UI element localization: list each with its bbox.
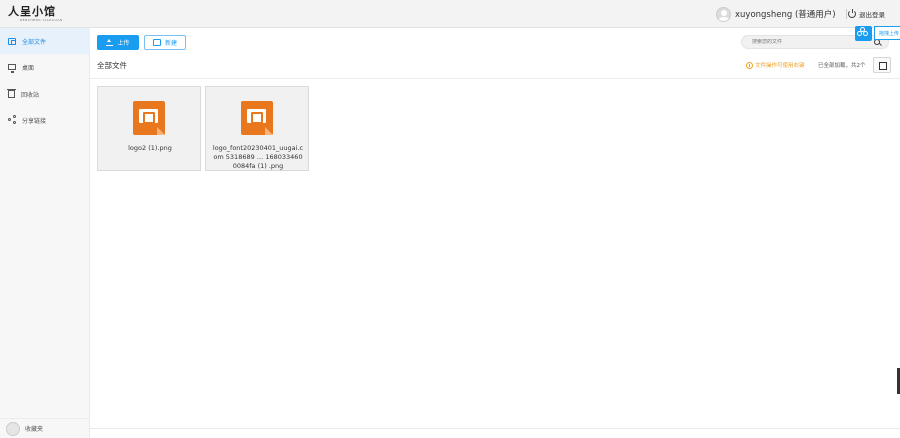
logo-subtext: RENCHENG XIAOGUAN bbox=[20, 18, 63, 22]
logo-text: 人呈小馆 bbox=[8, 5, 56, 18]
username: xuyongsheng (普通用户) bbox=[735, 10, 836, 20]
view-toggle-button[interactable] bbox=[873, 57, 891, 73]
new-button[interactable]: 新建 bbox=[144, 35, 186, 50]
bottom-divider bbox=[90, 428, 900, 429]
upload-label: 上传 bbox=[117, 40, 130, 47]
sidebar-item-trash[interactable]: 回收站 bbox=[0, 81, 90, 107]
divider bbox=[90, 78, 900, 79]
float-upload-label: 拖拽上传 bbox=[879, 30, 900, 37]
favorites-avatar-icon bbox=[6, 421, 20, 436]
new-folder-icon bbox=[152, 39, 161, 46]
search-input[interactable] bbox=[752, 39, 862, 45]
sidebar: 全部文件 桌面 回收站 分享链接 收藏夹 bbox=[0, 28, 90, 438]
sidebar-item-desktop[interactable]: 桌面 bbox=[0, 54, 90, 80]
file-card[interactable]: logo_font20230401_uugai.com 5318689 … 16… bbox=[205, 86, 309, 171]
file-card[interactable]: logo2 (1).png bbox=[97, 86, 201, 171]
image-file-icon bbox=[241, 101, 273, 135]
image-file-icon bbox=[133, 101, 165, 135]
sidebar-item-label: 回收站 bbox=[21, 91, 40, 99]
logout-button[interactable]: 退出登录 bbox=[848, 7, 885, 21]
power-icon bbox=[848, 9, 856, 18]
float-upload-tool-button[interactable] bbox=[855, 26, 872, 41]
desktop-icon bbox=[8, 64, 16, 73]
notice-text: 文件操作可使用右键 bbox=[755, 63, 805, 69]
sidebar-item-share[interactable]: 分享链接 bbox=[0, 107, 90, 133]
sidebar-item-label: 全部文件 bbox=[22, 38, 47, 46]
share-icon bbox=[8, 115, 16, 124]
sidebar-item-label: 桌面 bbox=[22, 64, 35, 72]
header-divider bbox=[845, 9, 847, 19]
file-name: logo_font20230401_uugai.com 5318689 … 16… bbox=[212, 144, 304, 170]
favorites-label: 收藏夹 bbox=[25, 426, 44, 433]
folder-icon bbox=[8, 37, 16, 45]
top-header: 人呈小馆 RENCHENG XIAOGUAN xuyongsheng (普通用户… bbox=[0, 0, 900, 28]
right-click-notice[interactable]: 文件操作可使用右键 bbox=[746, 61, 805, 69]
upload-icon bbox=[106, 38, 114, 46]
new-label: 新建 bbox=[164, 40, 177, 47]
breadcrumb[interactable]: 全部文件 bbox=[97, 60, 127, 71]
logout-label: 退出登录 bbox=[859, 11, 885, 19]
upload-button[interactable]: 上传 bbox=[97, 35, 139, 50]
file-name: logo2 (1).png bbox=[128, 144, 172, 152]
info-icon bbox=[746, 61, 753, 69]
app-logo[interactable]: 人呈小馆 RENCHENG XIAOGUAN bbox=[8, 5, 64, 23]
float-upload-tab[interactable]: 拖拽上传 bbox=[874, 26, 900, 40]
trash-icon bbox=[7, 89, 16, 98]
user-info[interactable]: xuyongsheng (普通用户) bbox=[716, 6, 847, 22]
loaded-status: 已全部加载，共2个 bbox=[818, 63, 866, 69]
avatar[interactable] bbox=[716, 6, 731, 22]
favorites-entry[interactable]: 收藏夹 bbox=[0, 418, 90, 438]
sidebar-item-all-files[interactable]: 全部文件 bbox=[0, 28, 90, 54]
sidebar-item-label: 分享链接 bbox=[22, 117, 47, 125]
